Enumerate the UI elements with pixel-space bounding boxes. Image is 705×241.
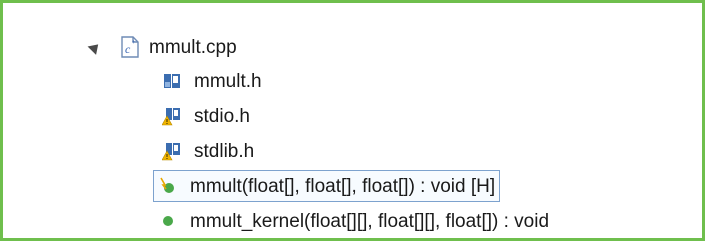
cpp-file-icon: c + — [121, 36, 139, 58]
svg-text:+: + — [132, 40, 136, 46]
tree-item-mmult-cpp[interactable]: c + mmult.cpp — [121, 32, 237, 62]
header-file-icon — [162, 71, 182, 91]
collapse-arrow-icon[interactable] — [87, 40, 103, 55]
header-file-warning-icon — [162, 106, 182, 126]
tree-item-label: mmult.h — [194, 70, 262, 92]
tree-item-mmult-kernel-function[interactable]: mmult_kernel(float[][], float[][], float… — [158, 206, 549, 236]
tree-item-label: mmult.cpp — [149, 36, 237, 58]
function-icon — [158, 211, 178, 231]
tree-item-label: stdlib.h — [194, 140, 255, 162]
outline-panel: c + mmult.cpp mmult.h stdio.h stdlib.h m… — [0, 0, 705, 241]
tree-item-stdlib-h[interactable]: stdlib.h — [162, 136, 254, 166]
tree-item-mmult-function[interactable]: mmult(float[], float[], float[]) : void … — [153, 170, 501, 202]
function-hw-icon — [158, 176, 178, 196]
tree-item-label: mmult(float[], float[], float[]) : void … — [190, 175, 496, 197]
svg-text:c: c — [125, 42, 131, 56]
tree-item-label: stdio.h — [194, 105, 250, 127]
tree-item-label: mmult_kernel(float[][], float[][], float… — [190, 210, 550, 232]
header-file-warning-icon — [162, 141, 182, 161]
tree-item-stdio-h[interactable]: stdio.h — [162, 101, 250, 131]
tree-item-mmult-h[interactable]: mmult.h — [162, 66, 262, 96]
